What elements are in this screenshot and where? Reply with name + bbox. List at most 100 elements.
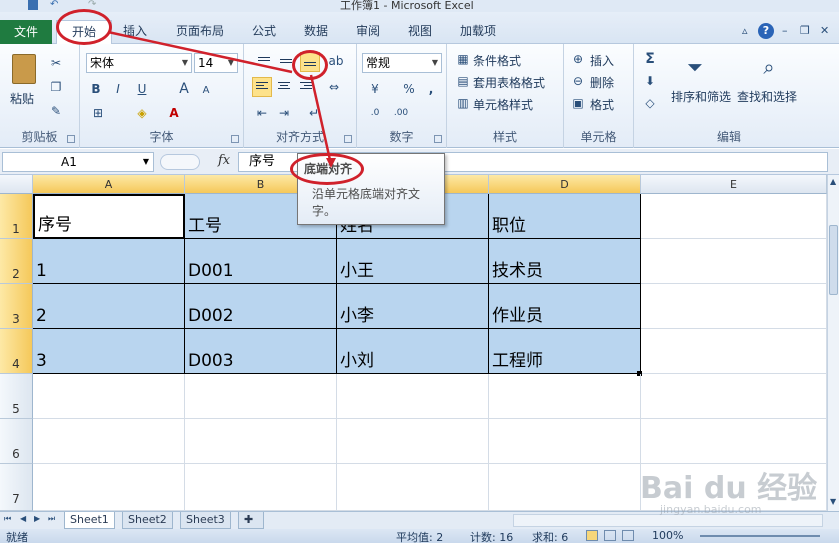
table-cell[interactable] xyxy=(641,374,827,419)
format-as-table-button[interactable]: 套用表格格式 xyxy=(473,74,545,91)
table-cell[interactable]: 2 xyxy=(33,284,185,329)
page-layout-view-icon[interactable] xyxy=(604,530,616,541)
underline-icon[interactable]: U xyxy=(134,82,150,96)
table-cell[interactable]: 工程师 xyxy=(489,329,641,374)
table-cell[interactable] xyxy=(641,284,827,329)
first-sheet-icon[interactable]: ⏮ xyxy=(4,514,11,524)
table-cell[interactable] xyxy=(489,374,641,419)
scroll-down-icon[interactable]: ▼ xyxy=(830,497,836,506)
table-cell[interactable] xyxy=(337,464,489,511)
formula-bar-slider[interactable] xyxy=(160,154,200,170)
sheet-tab-sheet2[interactable]: Sheet2 xyxy=(122,512,173,529)
find-select-button[interactable]: 查找和选择 xyxy=(737,88,797,105)
tab-data[interactable]: 数据 xyxy=(304,22,328,39)
table-cell[interactable]: D002 xyxy=(185,284,337,329)
row-header[interactable]: 3 xyxy=(0,284,33,329)
table-cell[interactable]: 序号 xyxy=(33,194,185,239)
align-left-button[interactable] xyxy=(252,77,272,97)
dialog-launcher[interactable] xyxy=(231,135,239,143)
normal-view-icon[interactable] xyxy=(586,530,598,541)
dialog-launcher[interactable] xyxy=(67,135,75,143)
save-icon[interactable] xyxy=(28,0,38,10)
table-cell[interactable]: D001 xyxy=(185,239,337,284)
table-cell[interactable] xyxy=(641,329,827,374)
table-cell[interactable] xyxy=(185,419,337,464)
select-all-corner[interactable] xyxy=(0,175,33,194)
table-cell[interactable] xyxy=(33,464,185,511)
zoom-slider[interactable] xyxy=(700,535,820,537)
tab-addins[interactable]: 加载项 xyxy=(460,22,496,39)
table-cell[interactable] xyxy=(33,374,185,419)
scroll-thumb[interactable] xyxy=(829,225,838,295)
conditional-format-button[interactable]: 条件格式 xyxy=(473,52,521,69)
dialog-launcher[interactable] xyxy=(434,135,442,143)
percent-icon[interactable]: % xyxy=(401,82,417,96)
table-cell[interactable]: D003 xyxy=(185,329,337,374)
comma-icon[interactable]: , xyxy=(423,82,439,96)
minimize-icon[interactable]: – xyxy=(782,24,788,37)
merge-center-icon[interactable]: ⇔ xyxy=(326,80,342,94)
table-cell[interactable] xyxy=(185,464,337,511)
table-cell[interactable]: 小李 xyxy=(337,284,489,329)
insert-sheet-icon[interactable]: ✚ xyxy=(238,512,264,529)
minimize-ribbon-icon[interactable]: ▵ xyxy=(742,24,748,37)
restore-icon[interactable]: ❐ xyxy=(800,24,810,37)
decrease-indent-icon[interactable]: ⇤ xyxy=(254,106,270,120)
sort-filter-button[interactable]: 排序和筛选 xyxy=(671,88,731,105)
bold-icon[interactable]: B xyxy=(88,82,104,96)
wrap-text-icon[interactable]: ↵ xyxy=(306,106,322,120)
zoom-level[interactable]: 100% xyxy=(652,529,683,542)
tab-view[interactable]: 视图 xyxy=(408,22,432,39)
tab-page-layout[interactable]: 页面布局 xyxy=(176,22,224,39)
row-header[interactable]: 2 xyxy=(0,239,33,284)
table-cell[interactable]: 职位 xyxy=(489,194,641,239)
font-color-icon[interactable]: A xyxy=(166,106,182,120)
increase-decimal-icon[interactable]: .0 xyxy=(367,106,383,120)
number-format-select[interactable]: 常规 ▼ xyxy=(362,53,442,73)
row-header[interactable]: 1 xyxy=(0,194,33,239)
help-icon[interactable]: ? xyxy=(758,23,774,39)
table-cell[interactable] xyxy=(641,194,827,239)
font-size-select[interactable]: 14 ▼ xyxy=(194,53,238,73)
name-box[interactable]: A1 ▼ xyxy=(2,152,154,172)
clear-icon[interactable]: ◇ xyxy=(642,96,658,110)
vertical-scrollbar[interactable]: ▲ ▼ xyxy=(827,175,839,511)
paste-button[interactable]: 粘贴 xyxy=(10,90,34,107)
autosum-icon[interactable]: Σ xyxy=(642,52,658,66)
fill-color-icon[interactable]: ◈ xyxy=(134,106,150,120)
insert-cells-button[interactable]: 插入 xyxy=(590,52,614,69)
table-cell[interactable]: 1 xyxy=(33,239,185,284)
tab-insert[interactable]: 插入 xyxy=(123,22,147,39)
column-header-d[interactable]: D xyxy=(489,175,641,194)
next-sheet-icon[interactable]: ▶ xyxy=(34,514,40,523)
prev-sheet-icon[interactable]: ◀ xyxy=(20,514,26,523)
tab-formulas[interactable]: 公式 xyxy=(252,22,276,39)
copy-icon[interactable]: ❐ xyxy=(48,80,64,94)
increase-indent-icon[interactable]: ⇥ xyxy=(276,106,292,120)
row-header[interactable]: 4 xyxy=(0,329,33,374)
font-name-select[interactable]: 宋体 ▼ xyxy=(86,53,192,73)
last-sheet-icon[interactable]: ⏭ xyxy=(48,514,55,524)
decrease-decimal-icon[interactable]: .00 xyxy=(393,106,409,120)
table-cell[interactable] xyxy=(641,239,827,284)
column-header-e[interactable]: E xyxy=(641,175,827,194)
page-break-view-icon[interactable] xyxy=(622,530,634,541)
dialog-launcher[interactable] xyxy=(344,135,352,143)
tab-file[interactable]: 文件 xyxy=(0,20,52,44)
table-cell[interactable] xyxy=(489,464,641,511)
table-cell[interactable]: 小王 xyxy=(337,239,489,284)
table-cell[interactable]: 作业员 xyxy=(489,284,641,329)
undo-icon[interactable]: ↶ xyxy=(50,0,60,10)
table-cell[interactable]: 3 xyxy=(33,329,185,374)
sheet-tab-sheet1[interactable]: Sheet1 xyxy=(64,512,115,529)
table-cell[interactable] xyxy=(337,374,489,419)
tab-review[interactable]: 审阅 xyxy=(356,22,380,39)
format-cells-button[interactable]: 格式 xyxy=(590,96,614,113)
border-icon[interactable]: ⊞ xyxy=(90,106,106,120)
row-header[interactable]: 7 xyxy=(0,464,33,511)
delete-cells-button[interactable]: 删除 xyxy=(590,74,614,91)
text-direction-icon[interactable]: ab xyxy=(328,54,344,68)
table-cell[interactable]: 技术员 xyxy=(489,239,641,284)
close-icon[interactable]: ✕ xyxy=(820,24,829,37)
fill-icon[interactable]: ⬇ xyxy=(642,74,658,88)
